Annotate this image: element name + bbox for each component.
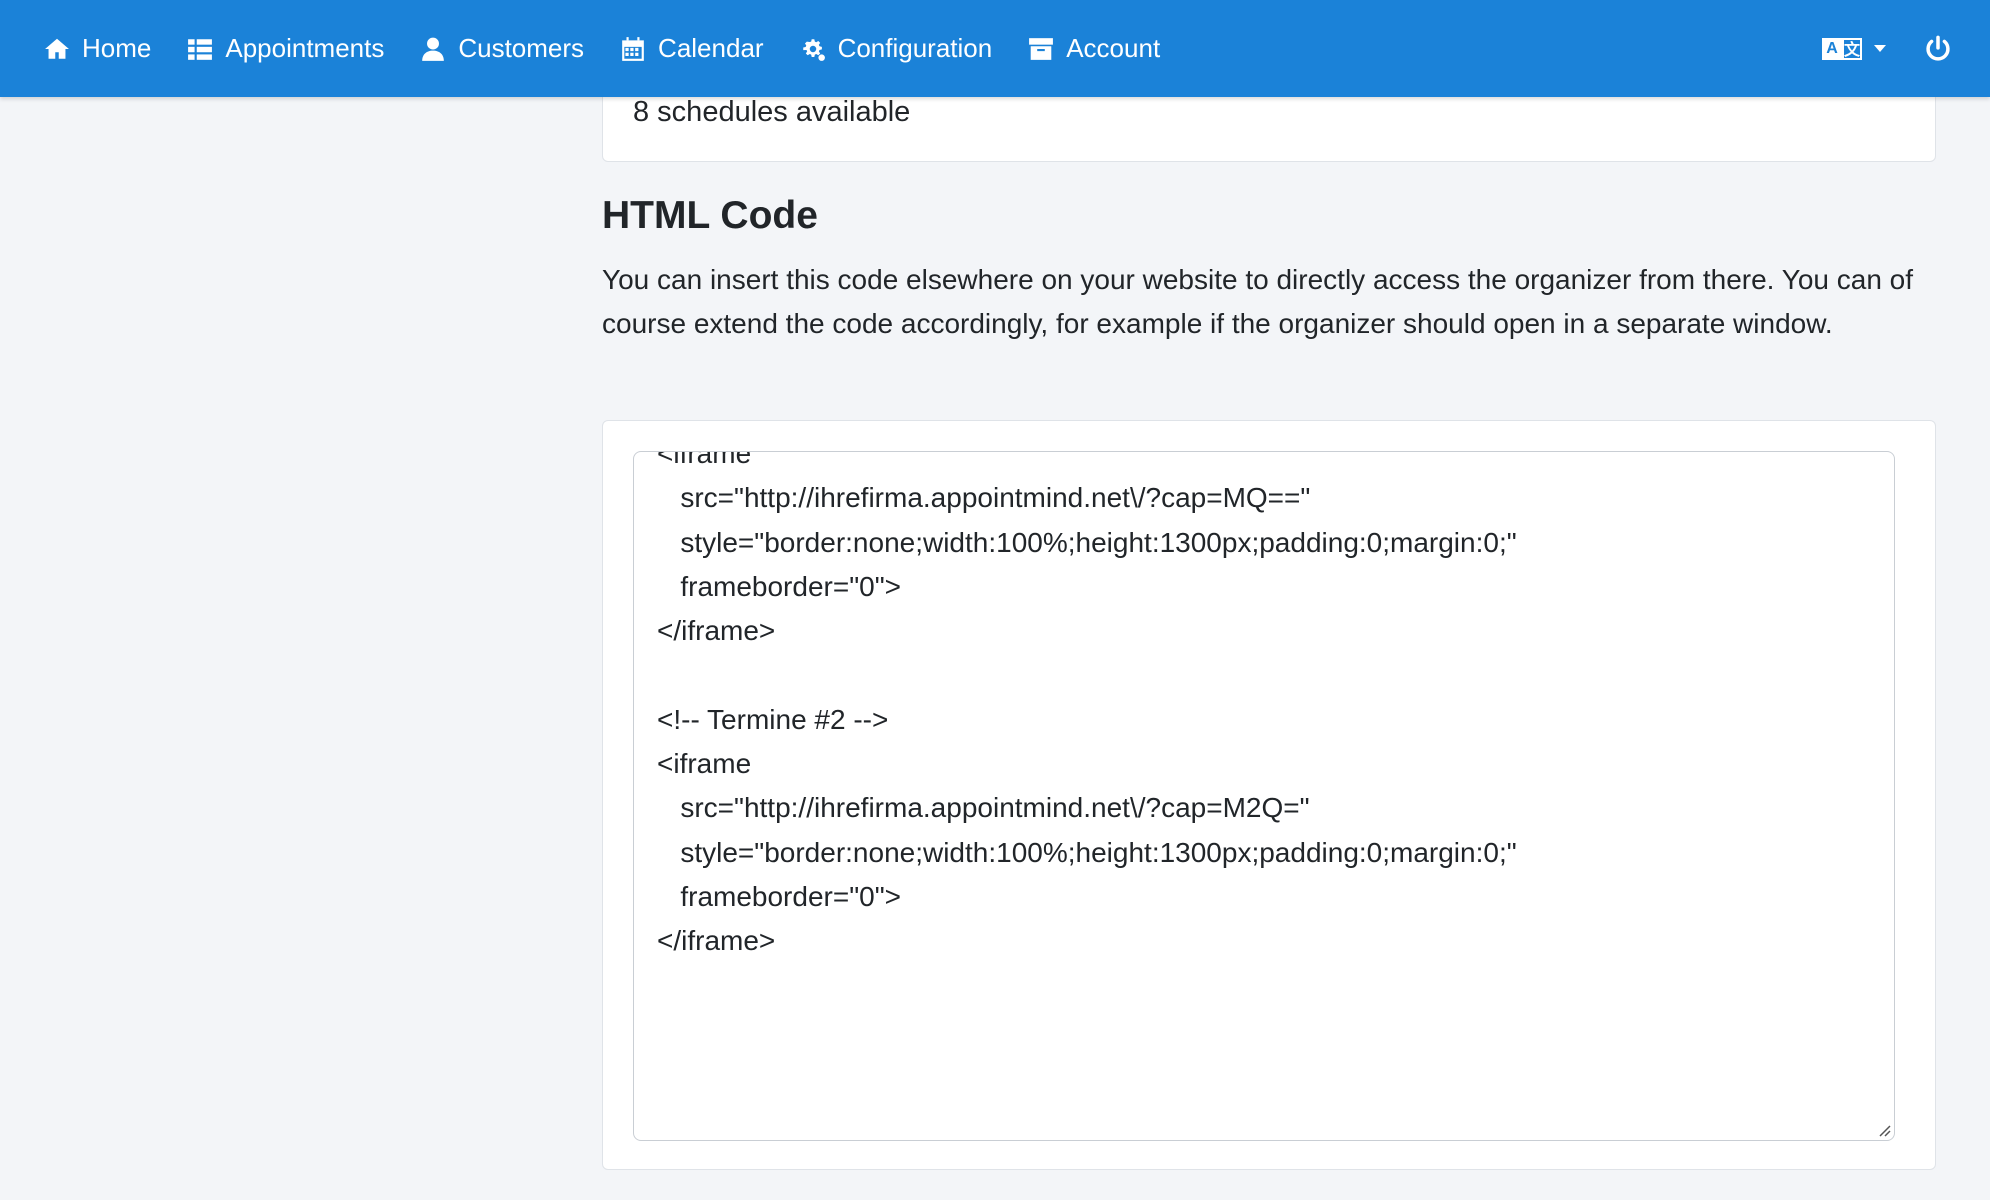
code-card: <iframe src="http://ihrefirma.appointmin… (602, 420, 1936, 1170)
resize-handle-icon[interactable] (1875, 1121, 1891, 1137)
home-icon (45, 38, 69, 59)
nav-account-label: Account (1066, 33, 1161, 63)
nav-customers-label: Customers (458, 33, 585, 63)
nav-appointments-label: Appointments (225, 33, 385, 63)
nav-account[interactable]: Account (1028, 33, 1160, 64)
list-icon (188, 38, 213, 60)
html-code-content: <iframe src="http://ihrefirma.appointmin… (657, 451, 1517, 957)
calendar-icon (622, 36, 644, 61)
language-icon: A 文 (1822, 37, 1862, 60)
nav-right-group: A 文 (1822, 0, 1990, 97)
caret-down-icon (1874, 45, 1886, 52)
nav-home[interactable]: Home (44, 33, 151, 64)
nav-configuration[interactable]: Configuration (800, 33, 993, 64)
html-code-textarea[interactable]: <iframe src="http://ihrefirma.appointmin… (633, 451, 1895, 1141)
cogs-icon (802, 38, 825, 61)
nav-configuration-label: Configuration (837, 33, 993, 63)
power-icon (1926, 35, 1950, 61)
schedules-count-text: 8 schedules available (633, 96, 911, 128)
nav-home-label: Home (82, 33, 152, 63)
nav-customers[interactable]: Customers (420, 33, 584, 64)
user-icon (422, 37, 445, 61)
top-navbar: Home Appointments Customers Calendar Con… (0, 0, 1990, 97)
language-dropdown[interactable]: A 文 (1822, 37, 1886, 60)
nav-calendar[interactable]: Calendar (620, 33, 764, 64)
nav-appointments[interactable]: Appointments (187, 33, 384, 64)
archive-icon (1029, 37, 1054, 60)
section-description: You can insert this code elsewhere on yo… (602, 264, 1914, 339)
logout-button[interactable] (1924, 35, 1952, 63)
nav-calendar-label: Calendar (658, 33, 764, 63)
section-title: HTML Code (602, 194, 818, 237)
